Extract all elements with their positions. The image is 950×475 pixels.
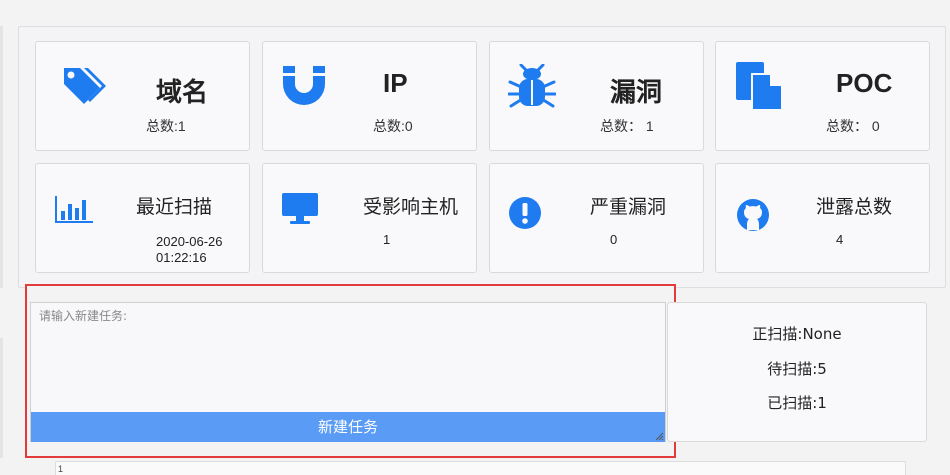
card-title: 漏洞 — [610, 77, 663, 107]
card-recent-scan[interactable]: 最近扫描 2020-06-26 01:22:16 — [35, 163, 250, 273]
bottom-editor[interactable]: 1 — [55, 461, 906, 475]
card-title: 泄露总数 — [816, 197, 893, 218]
scan-status-panel: 正扫描:None 待扫描:5 已扫描:1 — [667, 302, 927, 442]
copy-icon — [736, 62, 783, 111]
status-scanning: 正扫描:None — [752, 325, 842, 343]
bar-chart-icon — [55, 196, 93, 223]
card-title: IP — [383, 68, 408, 98]
card-count: 总数： 1 — [600, 118, 654, 134]
card-ip[interactable]: IP 总数:0 — [262, 41, 477, 151]
bug-icon — [508, 64, 556, 108]
card-value: 1 — [383, 232, 391, 247]
left-edge — [0, 26, 3, 288]
card-count: 总数:1 — [146, 118, 186, 134]
card-value: 0 — [610, 232, 618, 247]
line-number: 1 — [58, 464, 64, 474]
card-leaks[interactable]: 泄露总数 4 — [715, 163, 930, 273]
resize-grip-icon[interactable] — [654, 431, 664, 441]
card-title: POC — [836, 68, 893, 98]
card-value: 2020-06-26 — [156, 234, 223, 249]
card-domain[interactable]: 域名 总数:1 — [35, 41, 250, 151]
card-poc[interactable]: POC 总数： 0 — [715, 41, 930, 151]
left-edge — [0, 338, 3, 458]
github-icon — [737, 199, 769, 231]
status-pending: 待扫描:5 — [767, 360, 827, 378]
card-critical-vuln[interactable]: 严重漏洞 0 — [489, 163, 704, 273]
card-title: 受影响主机 — [363, 197, 459, 218]
card-count: 总数:0 — [373, 118, 413, 134]
card-title: 域名 — [156, 77, 209, 107]
status-scanned: 已扫描:1 — [767, 394, 827, 412]
card-title: 严重漏洞 — [590, 197, 667, 218]
new-task-button[interactable]: 新建任务 — [31, 412, 665, 442]
exclamation-circle-icon — [509, 197, 541, 229]
new-task-panel: 新建任务 — [25, 284, 676, 458]
stats-panel: 域名 总数:1 IP 总数:0 漏洞 总数： 1 POC 总数： 0 最近扫描 … — [18, 26, 946, 288]
desktop-icon — [282, 193, 318, 224]
card-title: 最近扫描 — [136, 197, 213, 218]
card-affected-hosts[interactable]: 受影响主机 1 — [262, 163, 477, 273]
card-value: 01:22:16 — [156, 250, 207, 265]
card-vuln[interactable]: 漏洞 总数： 1 — [489, 41, 704, 151]
card-value: 4 — [836, 232, 844, 247]
magnet-icon — [283, 66, 325, 105]
tags-icon — [64, 68, 106, 104]
card-count: 总数： 0 — [826, 118, 880, 134]
